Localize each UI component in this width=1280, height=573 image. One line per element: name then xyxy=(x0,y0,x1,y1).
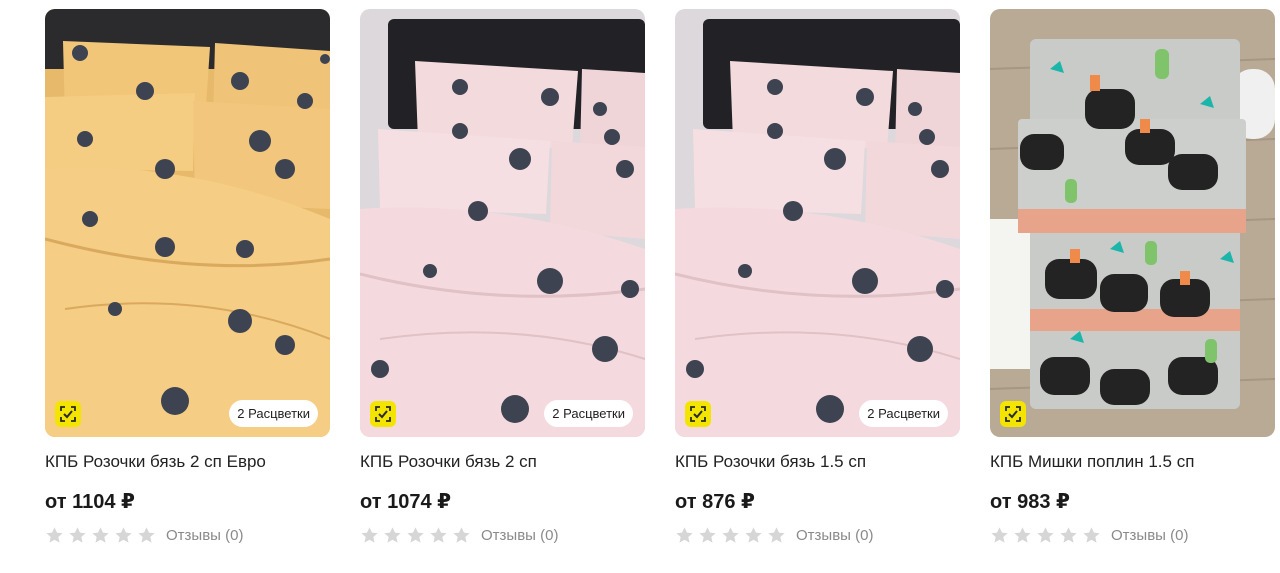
star-icon xyxy=(745,526,762,543)
product-image[interactable]: 2 Расцветки xyxy=(675,9,960,437)
product-grid: 2 Расцветки КПБ Розочки бязь 2 сп Евро о… xyxy=(0,0,1280,573)
colors-count-badge[interactable]: 2 Расцветки xyxy=(544,400,633,427)
product-price: от 983 ₽ xyxy=(990,491,1070,513)
reviews-link[interactable]: Отзывы (0) xyxy=(481,527,558,544)
verified-check-icon xyxy=(1000,401,1026,427)
rating-row: Отзывы (0) xyxy=(990,525,1275,545)
star-icon xyxy=(407,526,424,543)
star-icon xyxy=(676,526,693,543)
star-icon xyxy=(1060,526,1077,543)
product-card[interactable]: КПБ Мишки поплин 1.5 сп от 983 ₽ Отзывы … xyxy=(990,9,1275,545)
bedding-photo xyxy=(990,9,1275,437)
product-price: от 876 ₽ xyxy=(675,491,755,513)
product-image[interactable] xyxy=(990,9,1275,437)
star-icon xyxy=(69,526,86,543)
product-title[interactable]: КПБ Розочки бязь 2 сп Евро xyxy=(45,452,330,472)
star-icon xyxy=(699,526,716,543)
product-price: от 1074 ₽ xyxy=(360,491,452,513)
bedding-photo xyxy=(360,9,645,437)
star-icon xyxy=(384,526,401,543)
rating-row: Отзывы (0) xyxy=(360,525,645,545)
star-icon xyxy=(115,526,132,543)
bedding-photo xyxy=(675,9,960,437)
rating-row: Отзывы (0) xyxy=(45,525,330,545)
star-icon xyxy=(138,526,155,543)
rating-stars[interactable] xyxy=(360,526,471,545)
colors-count-badge[interactable]: 2 Расцветки xyxy=(229,400,318,427)
verified-check-icon xyxy=(370,401,396,427)
product-image[interactable]: 2 Расцветки xyxy=(45,9,330,437)
product-image[interactable]: 2 Расцветки xyxy=(360,9,645,437)
rating-row: Отзывы (0) xyxy=(675,525,960,545)
star-icon xyxy=(1083,526,1100,543)
rating-stars[interactable] xyxy=(990,526,1101,545)
rating-stars[interactable] xyxy=(675,526,786,545)
product-card[interactable]: 2 Расцветки КПБ Розочки бязь 2 сп Евро о… xyxy=(45,9,330,545)
colors-count-badge[interactable]: 2 Расцветки xyxy=(859,400,948,427)
rating-stars[interactable] xyxy=(45,526,156,545)
star-icon xyxy=(46,526,63,543)
verified-check-icon xyxy=(685,401,711,427)
reviews-link[interactable]: Отзывы (0) xyxy=(166,527,243,544)
bedding-photo xyxy=(45,9,330,437)
reviews-link[interactable]: Отзывы (0) xyxy=(1111,527,1188,544)
product-title[interactable]: КПБ Розочки бязь 1.5 сп xyxy=(675,452,960,472)
star-icon xyxy=(453,526,470,543)
product-price: от 1104 ₽ xyxy=(45,491,135,513)
star-icon xyxy=(991,526,1008,543)
product-title[interactable]: КПБ Мишки поплин 1.5 сп xyxy=(990,452,1275,472)
star-icon xyxy=(1014,526,1031,543)
star-icon xyxy=(361,526,378,543)
star-icon xyxy=(1037,526,1054,543)
product-card[interactable]: 2 Расцветки КПБ Розочки бязь 2 сп от 107… xyxy=(360,9,645,545)
star-icon xyxy=(768,526,785,543)
product-card[interactable]: 2 Расцветки КПБ Розочки бязь 1.5 сп от 8… xyxy=(675,9,960,545)
reviews-link[interactable]: Отзывы (0) xyxy=(796,527,873,544)
star-icon xyxy=(92,526,109,543)
product-title[interactable]: КПБ Розочки бязь 2 сп xyxy=(360,452,645,472)
verified-check-icon xyxy=(55,401,81,427)
star-icon xyxy=(430,526,447,543)
star-icon xyxy=(722,526,739,543)
